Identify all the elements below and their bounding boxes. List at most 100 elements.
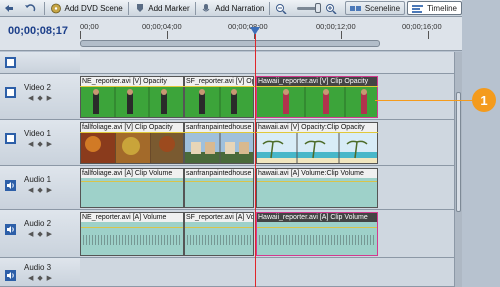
add-dvd-scene-button[interactable]: Add DVD Scene <box>47 0 126 17</box>
toolbar-divider <box>127 1 129 15</box>
keyframe-controls[interactable]: ◀ ◆ ▶ <box>28 186 53 194</box>
toolbar-undo-arrow[interactable] <box>21 0 42 17</box>
track-name-video1: Video 1 <box>24 129 51 138</box>
track-name-audio3: Audio 3 <box>24 263 52 272</box>
track-header-audio3: Audio 3 ◀ ◆ ▶ <box>0 258 80 287</box>
clip-title: hawaii.avi [A] Volume:Clip Volume <box>257 169 377 178</box>
clip-thumbnails <box>185 86 253 117</box>
scrollbar-thumb[interactable] <box>456 92 461 212</box>
zoom-out-icon <box>275 3 287 15</box>
ruler-tick <box>341 31 342 39</box>
audio-waveform <box>259 235 375 245</box>
track-header-video1: Video 1 ◀ ◆ ▶ <box>0 120 80 166</box>
ruler-label: 00;00;04;00 <box>142 22 182 31</box>
clip-thumbnails <box>257 86 377 117</box>
clip-title: sanfranpaintedhouse <box>185 169 253 178</box>
clip-hawaii-reporter-video[interactable]: Hawaii_reporter.avi [V] Clip Opacity <box>256 76 378 118</box>
audio-waveform <box>83 235 181 245</box>
ruler-label: 00;00;08;00 <box>228 22 268 31</box>
clip-sf-reporter-audio[interactable]: SF_reporter.avi [A] Volume <box>184 212 254 256</box>
keyframe-controls[interactable]: ◀ ◆ ▶ <box>28 94 53 102</box>
zoom-in-icon <box>325 3 337 15</box>
clip-thumbnails <box>81 86 183 117</box>
tab-timeline[interactable]: Timeline <box>407 1 462 15</box>
clip-title: NE_reporter.avi [V] Opacity <box>81 77 183 86</box>
track-lane-audio1: fallfoliage.avi [A] Clip Volume sanfranp… <box>80 166 462 210</box>
tab-sceneline-label: Sceneline <box>364 3 401 13</box>
ruler-tick <box>428 31 429 39</box>
clip-title: hawaii.avi [V] Opacity:Clip Opacity <box>257 123 377 132</box>
volume-line[interactable] <box>257 181 377 182</box>
tab-sceneline[interactable]: Sceneline <box>344 1 406 15</box>
speaker-icon[interactable] <box>5 270 16 281</box>
clip-hawaii-reporter-audio[interactable]: Hawaii_reporter.avi [A] Clip Volume <box>256 212 378 256</box>
zoom-in-button[interactable] <box>322 0 343 17</box>
add-marker-label: Add Marker <box>148 3 190 13</box>
add-dvd-scene-label: Add DVD Scene <box>64 3 123 13</box>
video-track-icon[interactable] <box>5 87 16 98</box>
clip-sanfran-video[interactable]: sanfranpaintedhouse <box>184 122 254 164</box>
clip-title: NE_reporter.avi [A] Volume <box>81 213 183 222</box>
audio-waveform <box>187 235 251 245</box>
arrow-icon <box>3 3 15 14</box>
clip-fallfoliage-audio[interactable]: fallfoliage.avi [A] Clip Volume <box>80 168 184 208</box>
toolbar-back-arrow[interactable] <box>0 0 21 17</box>
zoom-slider-knob[interactable] <box>314 2 321 13</box>
video-track-icon <box>5 57 16 68</box>
volume-line[interactable] <box>257 227 377 228</box>
add-marker-button[interactable]: Add Marker <box>130 0 192 17</box>
keyframe-controls[interactable]: ◀ ◆ ▶ <box>28 230 53 238</box>
clip-title: sanfranpaintedhouse <box>185 123 253 132</box>
volume-line[interactable] <box>185 227 253 228</box>
track-lane-video1: fallfoliage.avi [V] Clip Opacity sanfran… <box>80 120 462 166</box>
track-header-video2: Video 2 ◀ ◆ ▶ <box>0 74 80 120</box>
toolbar-divider <box>44 1 45 15</box>
callout-badge: 1 <box>472 88 496 112</box>
clip-thumbnails <box>185 132 253 163</box>
playhead-line[interactable] <box>255 34 256 287</box>
vertical-scrollbar[interactable] <box>454 52 462 287</box>
callout-leader-line <box>375 100 473 101</box>
zoom-out-button[interactable] <box>272 0 293 17</box>
work-area-bar[interactable] <box>80 40 380 47</box>
clip-thumbnails <box>81 132 183 163</box>
clip-title: Hawaii_reporter.avi [A] Clip Volume <box>257 213 377 222</box>
timeline-toolbar: Add DVD Scene Add Marker Add Narration S… <box>0 0 462 17</box>
clip-title: Hawaii_reporter.avi [V] Clip Opacity <box>257 77 377 86</box>
keyframe-controls[interactable]: ◀ ◆ ▶ <box>28 140 53 148</box>
clip-thumbnails <box>257 132 377 163</box>
current-timecode[interactable]: 00;00;08;17 <box>8 25 68 37</box>
track-lane-partial <box>80 52 462 74</box>
add-narration-button[interactable]: Add Narration <box>197 0 267 17</box>
ruler-tick <box>80 31 81 39</box>
clip-sf-reporter-video[interactable]: SF_reporter.avi [V] Opacity <box>184 76 254 118</box>
ruler-tick <box>167 31 168 39</box>
zoom-slider[interactable] <box>296 2 321 13</box>
volume-line[interactable] <box>81 181 183 182</box>
clip-title: SF_reporter.avi [V] Opacity <box>185 77 253 86</box>
video-track-icon[interactable] <box>5 133 16 144</box>
add-narration-label: Add Narration <box>215 3 265 13</box>
clip-ne-reporter-audio[interactable]: NE_reporter.avi [A] Volume <box>80 212 184 256</box>
speaker-icon[interactable] <box>5 224 16 235</box>
keyframe-controls[interactable]: ◀ ◆ ▶ <box>28 274 53 282</box>
speaker-icon[interactable] <box>5 180 16 191</box>
time-ruler[interactable]: 00;00;08;17 00;00 00;00;04;00 00;00;08;0… <box>0 17 462 51</box>
volume-line[interactable] <box>185 181 253 182</box>
clip-fallfoliage-video[interactable]: fallfoliage.avi [V] Clip Opacity <box>80 122 184 164</box>
clip-title: SF_reporter.avi [A] Volume <box>185 213 253 222</box>
volume-line[interactable] <box>81 227 183 228</box>
clip-ne-reporter-video[interactable]: NE_reporter.avi [V] Opacity <box>80 76 184 118</box>
tab-timeline-label: Timeline <box>427 3 457 13</box>
track-lane-audio3 <box>80 258 462 287</box>
clip-hawaii-audio[interactable]: hawaii.avi [A] Volume:Clip Volume <box>256 168 378 208</box>
track-lane-video2: NE_reporter.avi [V] Opacity SF_reporter.… <box>80 74 462 120</box>
track-lane-audio2: NE_reporter.avi [A] Volume SF_reporter.a… <box>80 210 462 258</box>
tracks-area: Video 2 ◀ ◆ ▶ NE_reporter.avi [V] Opacit… <box>0 52 462 287</box>
timeline-window: Add DVD Scene Add Marker Add Narration S… <box>0 0 500 287</box>
clip-hawaii-video[interactable]: hawaii.avi [V] Opacity:Clip Opacity <box>256 122 378 164</box>
opacity-line[interactable] <box>80 132 378 133</box>
clip-sanfran-audio[interactable]: sanfranpaintedhouse <box>184 168 254 208</box>
track-header-audio1: Audio 1 ◀ ◆ ▶ <box>0 166 80 210</box>
opacity-line[interactable] <box>80 86 378 87</box>
